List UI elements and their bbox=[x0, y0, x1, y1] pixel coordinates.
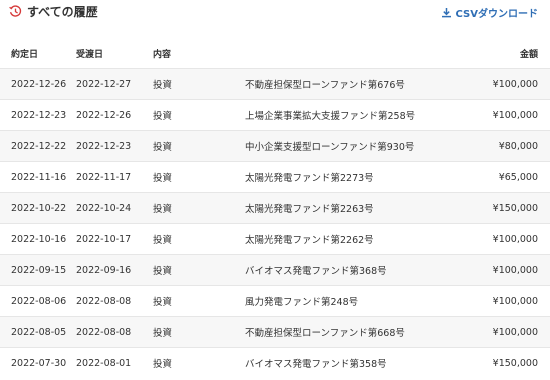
table-row: 2022-08-05 2022-08-08 投資 不動産担保型ローンファンド第668号… bbox=[0, 316, 550, 348]
page-title: すべての履歴 bbox=[9, 3, 98, 20]
type-cell: 投資 bbox=[153, 130, 245, 162]
type-cell: 投資 bbox=[153, 99, 245, 131]
amount-cell: ¥100,000 bbox=[468, 285, 550, 317]
type-cell: 投資 bbox=[153, 161, 245, 193]
fund-name-cell: 太陽光発電ファンド第2262号 bbox=[245, 223, 468, 255]
amount-cell: ¥150,000 bbox=[468, 347, 550, 378]
table-row: 2022-12-22 2022-12-23 投資 中小企業支援型ローンファンド第930… bbox=[0, 130, 550, 162]
settle-date-cell: 2022-08-08 bbox=[76, 316, 153, 348]
settle-date-cell: 2022-08-08 bbox=[76, 285, 153, 317]
trade-date-cell: 2022-10-16 bbox=[0, 223, 76, 255]
csv-download-button[interactable]: CSVダウンロード bbox=[441, 5, 538, 20]
settle-date-cell: 2022-11-17 bbox=[76, 161, 153, 193]
settle-date-cell: 2022-12-26 bbox=[76, 99, 153, 131]
settle-date-cell: 2022-12-27 bbox=[76, 68, 153, 100]
settle-date-cell: 2022-09-16 bbox=[76, 254, 153, 286]
amount-cell: ¥150,000 bbox=[468, 192, 550, 224]
table-row: 2022-07-30 2022-08-01 投資 バイオマス発電ファンド第358号 ¥1… bbox=[0, 347, 550, 378]
table-row: 2022-08-06 2022-08-08 投資 風力発電ファンド第248号 ¥100,… bbox=[0, 285, 550, 317]
col-type: 内容 bbox=[153, 49, 172, 60]
amount-cell: ¥80,000 bbox=[468, 130, 550, 162]
amount-cell: ¥100,000 bbox=[468, 254, 550, 286]
trade-date-cell: 2022-08-05 bbox=[0, 316, 76, 348]
settle-date-cell: 2022-10-17 bbox=[76, 223, 153, 255]
history-table: 約定日 受渡日 内容 金額 2022-12-26 2022-12-27 投資 不動産担… bbox=[0, 38, 550, 378]
table-row: 2022-12-23 2022-12-26 投資 上場企業事業拡大支援ファンド第258… bbox=[0, 99, 550, 131]
table-header-row: 約定日 受渡日 内容 金額 bbox=[0, 38, 550, 69]
type-cell: 投資 bbox=[153, 68, 245, 100]
table-row: 2022-10-16 2022-10-17 投資 太陽光発電ファンド第2262号 ¥10… bbox=[0, 223, 550, 255]
history-clock-icon bbox=[9, 5, 22, 18]
trade-date-cell: 2022-12-23 bbox=[0, 99, 76, 131]
settle-date-cell: 2022-10-24 bbox=[76, 192, 153, 224]
type-cell: 投資 bbox=[153, 192, 245, 224]
amount-cell: ¥100,000 bbox=[468, 99, 550, 131]
trade-date-cell: 2022-09-15 bbox=[0, 254, 76, 286]
table-row: 2022-12-26 2022-12-27 投資 不動産担保型ローンファンド第676号… bbox=[0, 68, 550, 100]
table-row: 2022-11-16 2022-11-17 投資 太陽光発電ファンド第2273号 ¥65… bbox=[0, 161, 550, 193]
trade-date-cell: 2022-08-06 bbox=[0, 285, 76, 317]
fund-name-cell: 不動産担保型ローンファンド第668号 bbox=[245, 316, 468, 348]
fund-name-cell: バイオマス発電ファンド第358号 bbox=[245, 347, 468, 378]
type-cell: 投資 bbox=[153, 285, 245, 317]
csv-download-label: CSVダウンロード bbox=[455, 9, 538, 20]
page-title-text: すべての履歴 bbox=[27, 5, 98, 19]
amount-cell: ¥100,000 bbox=[468, 316, 550, 348]
download-icon bbox=[441, 7, 452, 18]
history-header: すべての履歴 CSVダウンロード bbox=[0, 0, 550, 38]
col-fund-name bbox=[245, 38, 468, 69]
settle-date-cell: 2022-12-23 bbox=[76, 130, 153, 162]
trade-date-cell: 2022-10-22 bbox=[0, 192, 76, 224]
amount-cell: ¥100,000 bbox=[468, 223, 550, 255]
trade-date-cell: 2022-11-16 bbox=[0, 161, 76, 193]
col-settle-date: 受渡日 bbox=[76, 49, 104, 60]
fund-name-cell: 不動産担保型ローンファンド第676号 bbox=[245, 68, 468, 100]
fund-name-cell: 上場企業事業拡大支援ファンド第258号 bbox=[245, 99, 468, 131]
col-amount: 金額 bbox=[519, 49, 538, 60]
trade-date-cell: 2022-12-22 bbox=[0, 130, 76, 162]
trade-date-cell: 2022-07-30 bbox=[0, 347, 76, 378]
trade-date-cell: 2022-12-26 bbox=[0, 68, 76, 100]
col-trade-date: 約定日 bbox=[11, 49, 39, 60]
fund-name-cell: 風力発電ファンド第248号 bbox=[245, 285, 468, 317]
settle-date-cell: 2022-08-01 bbox=[76, 347, 153, 378]
table-row: 2022-10-22 2022-10-24 投資 太陽光発電ファンド第2263号 ¥15… bbox=[0, 192, 550, 224]
amount-cell: ¥65,000 bbox=[468, 161, 550, 193]
type-cell: 投資 bbox=[153, 254, 245, 286]
fund-name-cell: 太陽光発電ファンド第2273号 bbox=[245, 161, 468, 193]
fund-name-cell: バイオマス発電ファンド第368号 bbox=[245, 254, 468, 286]
amount-cell: ¥100,000 bbox=[468, 68, 550, 100]
table-row: 2022-09-15 2022-09-16 投資 バイオマス発電ファンド第368号 ¥1… bbox=[0, 254, 550, 286]
type-cell: 投資 bbox=[153, 347, 245, 378]
fund-name-cell: 太陽光発電ファンド第2263号 bbox=[245, 192, 468, 224]
fund-name-cell: 中小企業支援型ローンファンド第930号 bbox=[245, 130, 468, 162]
type-cell: 投資 bbox=[153, 223, 245, 255]
type-cell: 投資 bbox=[153, 316, 245, 348]
